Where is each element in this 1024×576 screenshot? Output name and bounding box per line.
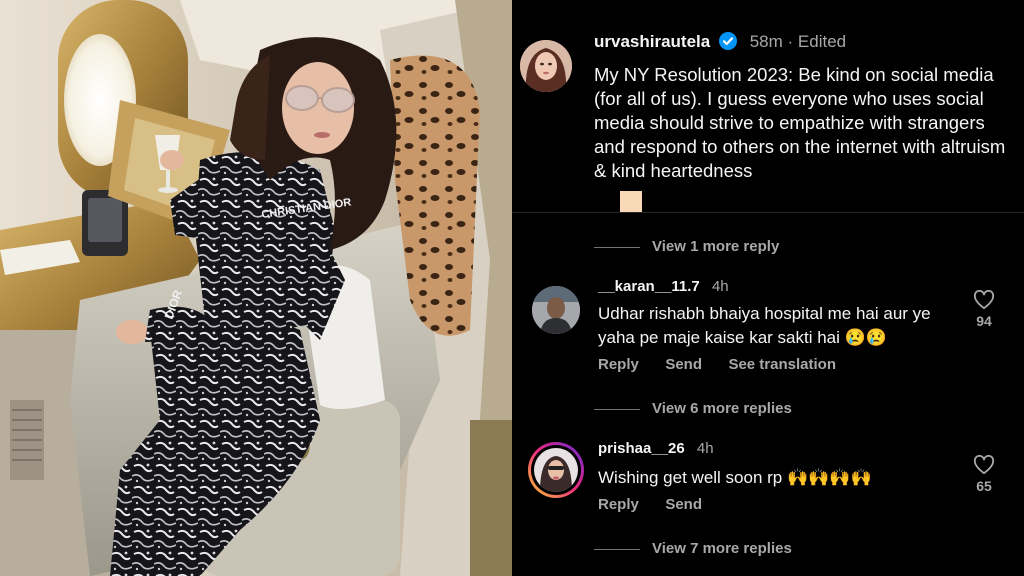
comment-text: Wishing get well soon rp 🙌🙌🙌🙌: [598, 466, 872, 490]
post-photo: CHRISTIAN DIOR DIOR: [0, 0, 512, 576]
like-control[interactable]: 94: [964, 289, 1004, 329]
commenter-avatar: [534, 448, 578, 492]
comment-actions: Reply Send See translation: [598, 356, 836, 374]
see-translation-button[interactable]: See translation: [728, 356, 836, 373]
view-more-replies-2[interactable]: View 6 more replies: [594, 400, 792, 417]
comments-panel: urvashirautela 58m · Edited My NY Resolu…: [512, 0, 1024, 576]
view-more-line: [594, 548, 640, 550]
crying-emoji: 😢😢: [844, 328, 887, 347]
comment-text: Udhar rishabh bhaiya hospital me hai aur…: [598, 302, 978, 350]
story-ring[interactable]: [528, 442, 584, 498]
comment-header: __karan__11.7 4h: [598, 278, 729, 295]
reply-button[interactable]: Reply: [598, 496, 639, 513]
author-avatar[interactable]: [520, 40, 572, 92]
divider: [512, 212, 1024, 213]
raised-hands-emoji: 🙌🙌🙌🙌: [787, 468, 872, 487]
view-more-label: View 6 more replies: [652, 400, 792, 417]
skin-tone-emoji-icon: [620, 191, 642, 213]
like-count: 94: [976, 313, 992, 329]
send-button[interactable]: Send: [665, 356, 702, 373]
comment-actions: Reply Send: [598, 496, 702, 514]
comment-username[interactable]: prishaa__26: [598, 440, 685, 457]
reply-button[interactable]: Reply: [598, 356, 639, 373]
author-avatar-image: [520, 40, 572, 92]
commenter-avatar[interactable]: [532, 286, 580, 334]
view-more-label: View 7 more replies: [652, 540, 792, 557]
view-more-line: [594, 246, 640, 248]
post-time: 58m: [749, 32, 783, 51]
view-more-replies-1[interactable]: View 1 more reply: [594, 238, 779, 255]
comment-time: 4h: [696, 440, 714, 457]
commenter-avatar-image: [532, 286, 580, 334]
author-username[interactable]: urvashirautela: [594, 32, 710, 51]
commenter-avatar-image: [534, 448, 578, 492]
edited-label: Edited: [797, 32, 847, 51]
comment-text-line: Wishing get well soon rp: [598, 468, 783, 487]
comment-header: prishaa__26 4h: [598, 440, 714, 457]
like-count: 65: [976, 478, 992, 494]
comment-text-line-1: Udhar rishabh bhaiya hospital me hai aur…: [598, 304, 931, 323]
heart-icon[interactable]: [973, 289, 995, 310]
comment-time: 4h: [711, 278, 729, 295]
view-more-label: View 1 more reply: [652, 238, 780, 255]
author-header: urvashirautela 58m · Edited: [594, 32, 846, 52]
cabin-photo-illustration: CHRISTIAN DIOR DIOR: [0, 0, 512, 576]
comment-username[interactable]: __karan__11.7: [598, 278, 700, 295]
like-control[interactable]: 65: [964, 454, 1004, 494]
view-more-replies-3[interactable]: View 7 more replies: [594, 540, 792, 557]
view-more-line: [594, 408, 640, 410]
send-button[interactable]: Send: [665, 496, 702, 513]
caption-text: My NY Resolution 2023: Be kind on social…: [594, 64, 1006, 181]
verified-badge-icon: [718, 32, 737, 50]
separator-dot: ·: [787, 32, 798, 51]
heart-icon[interactable]: [973, 454, 995, 475]
comment-text-line-2: yaha pe maje kaise kar sakti hai: [598, 328, 840, 347]
